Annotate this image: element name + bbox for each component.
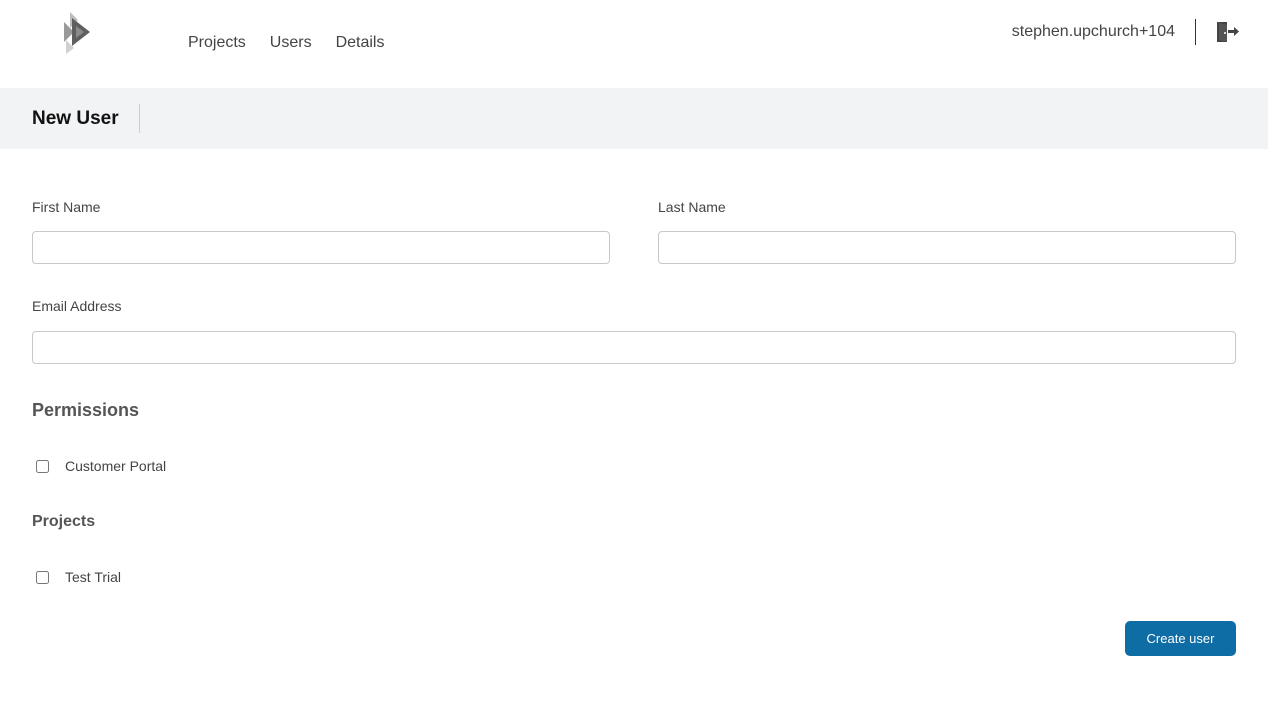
main-nav: Projects Users Details	[188, 34, 384, 52]
last-name-input[interactable]	[658, 231, 1236, 264]
test-trial-checkbox[interactable]	[36, 570, 49, 584]
app-logo-icon[interactable]	[60, 10, 96, 54]
projects-heading: Projects	[32, 513, 96, 530]
project-option-test-trial: Test Trial	[36, 569, 121, 585]
last-name-label: Last Name	[658, 199, 726, 215]
page-header: New User	[0, 88, 1268, 149]
email-input[interactable]	[32, 331, 1236, 364]
customer-portal-label: Customer Portal	[65, 458, 167, 474]
top-bar: Projects Users Details stephen.upchurch+…	[0, 0, 1278, 88]
test-trial-label: Test Trial	[65, 569, 122, 585]
nav-item-projects[interactable]: Projects	[188, 34, 246, 52]
first-name-input[interactable]	[32, 231, 610, 264]
email-label: Email Address	[32, 298, 122, 314]
nav-item-details[interactable]: Details	[336, 34, 385, 52]
user-area: stephen.upchurch+104	[1012, 16, 1240, 48]
username: stephen.upchurch+104	[1011, 23, 1175, 40]
nav-item-users[interactable]: Users	[270, 34, 312, 52]
first-name-label: First Name	[32, 199, 101, 215]
permissions-heading: Permissions	[32, 400, 140, 420]
logout-icon[interactable]	[1214, 19, 1240, 45]
create-user-button[interactable]: Create user	[1125, 621, 1236, 656]
user-divider	[1195, 19, 1196, 45]
customer-portal-checkbox[interactable]	[36, 459, 49, 473]
page-title: New User	[32, 107, 119, 129]
title-divider	[138, 104, 140, 133]
permission-option-customer-portal: Customer Portal	[36, 458, 166, 474]
